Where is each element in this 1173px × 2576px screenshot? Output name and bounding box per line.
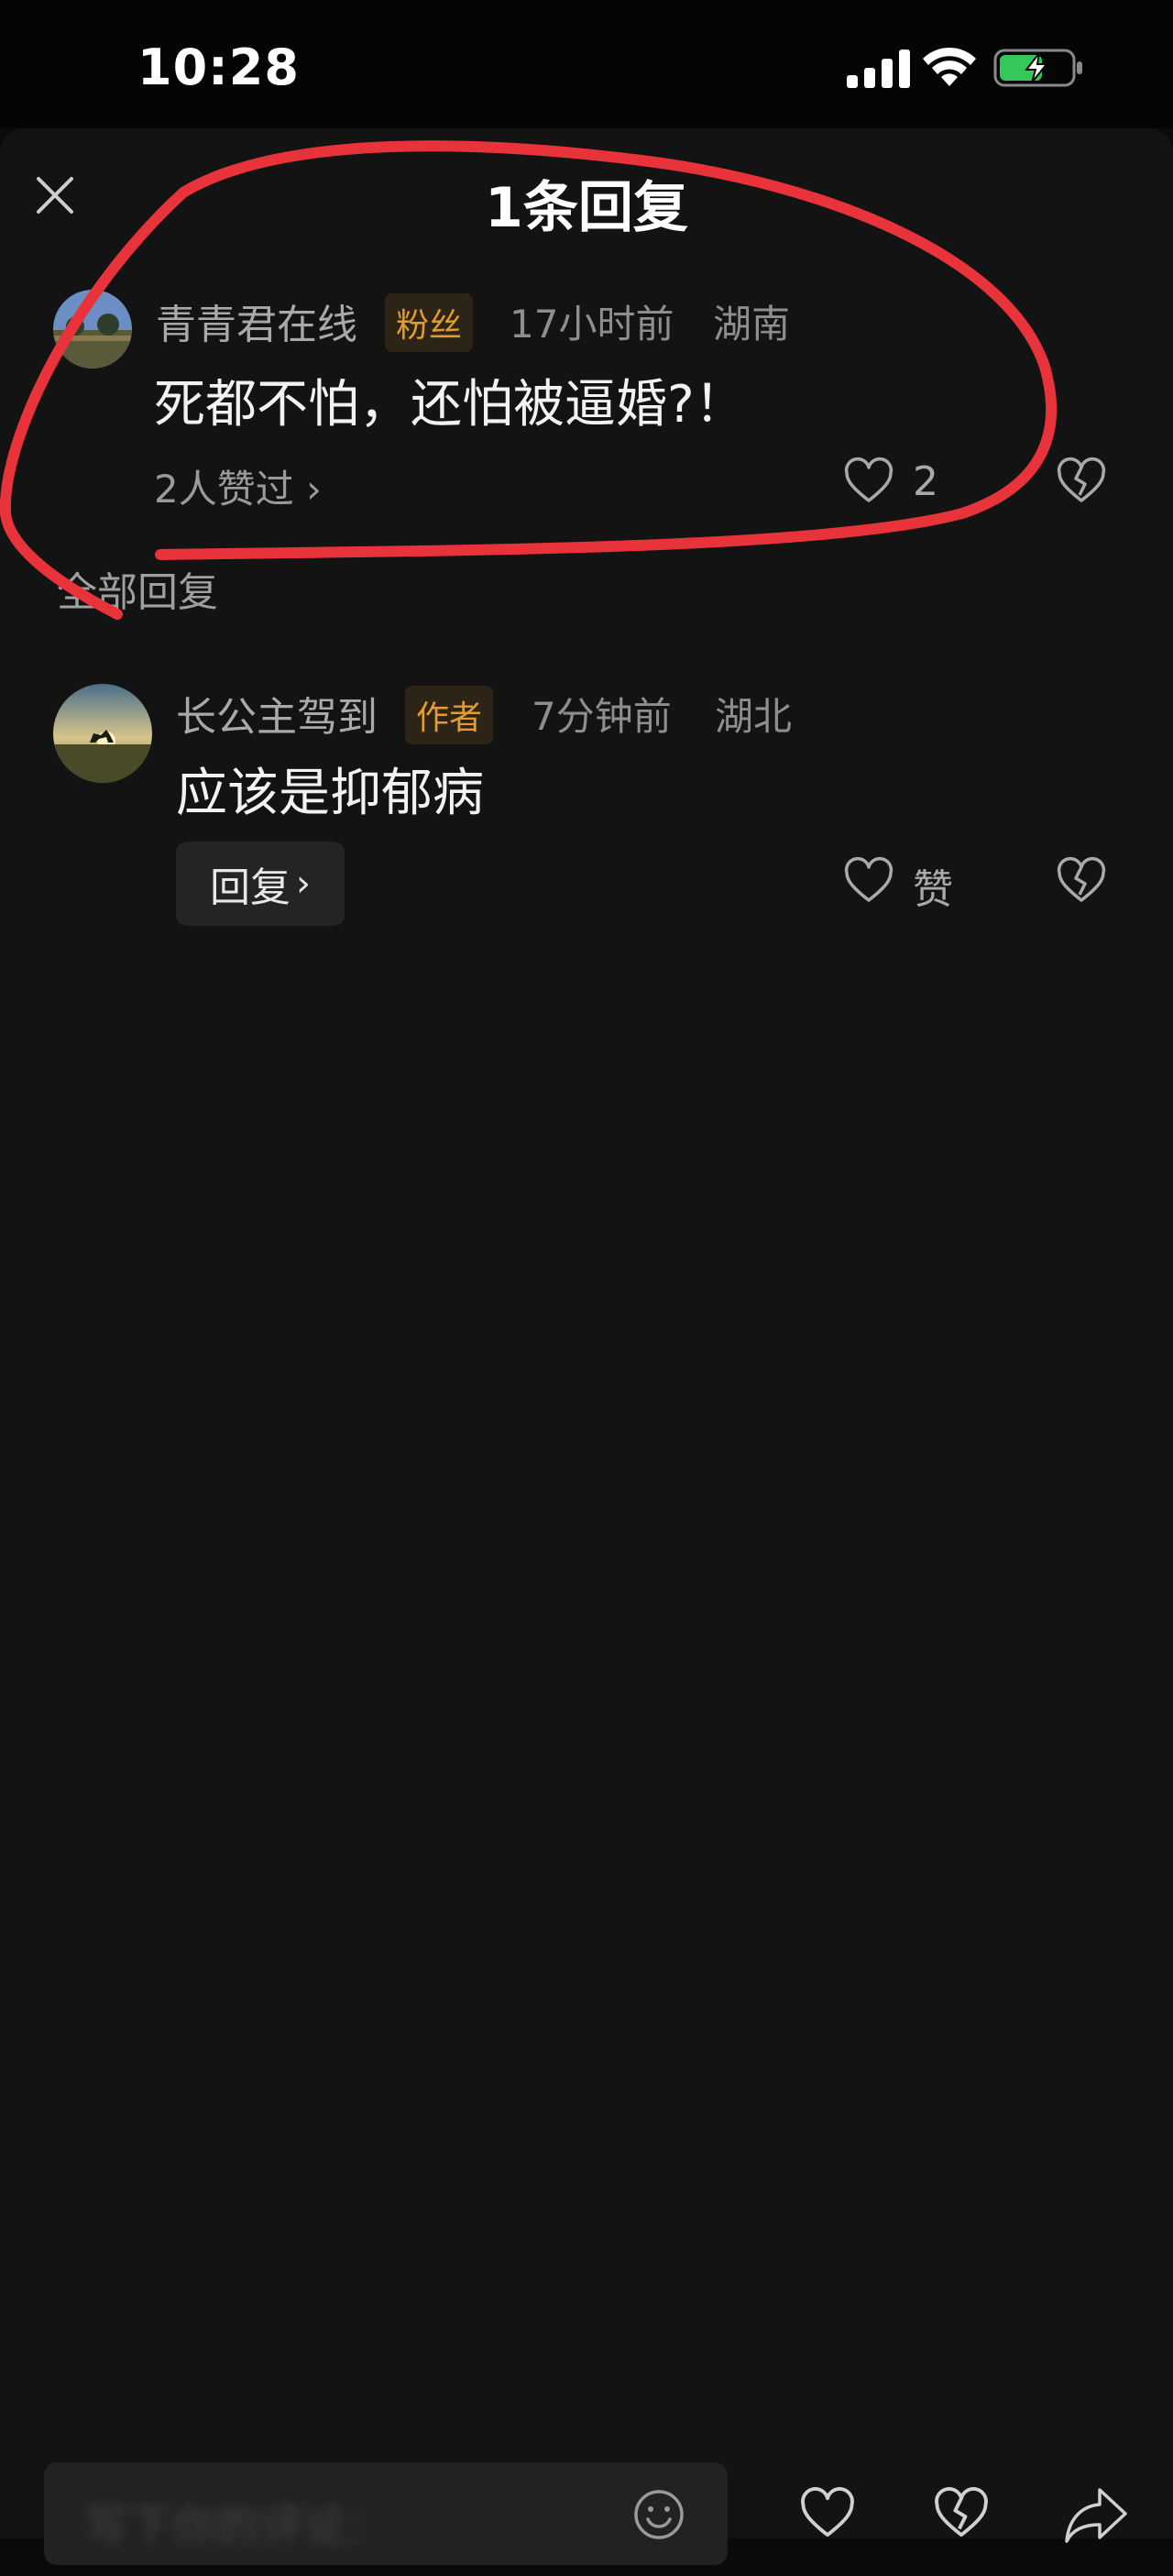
avatar-image [53,290,132,369]
status-bar: 10:28 [0,0,1173,128]
wifi-icon [923,47,976,86]
reply-text: 应该是抑郁病 [176,764,484,823]
bottom-bar: 写下你的评论： [0,2438,1173,2576]
chevron-right-icon: › [296,863,311,905]
comment-input[interactable]: 写下你的评论： [44,2462,728,2565]
battery-icon [993,49,1082,87]
reply-button[interactable]: 回复 › [176,842,345,926]
avatar[interactable] [53,290,132,369]
comment-username[interactable]: 青青君在线 [156,292,357,350]
reply-button-label: 回复 [210,864,291,911]
likers-text: 2人赞过 [154,467,294,512]
sheet-title: 1条回复 [485,176,688,240]
status-time: 10:28 [137,39,300,96]
reply-username[interactable]: 长公主驾到 [176,684,378,743]
heart-icon[interactable] [843,457,894,508]
author-badge: 作者 [405,686,494,744]
heart-icon[interactable] [797,2486,858,2543]
like-label[interactable]: 赞 [913,856,953,915]
comment-text: 死都不怕，还怕被逼婚?！ [154,375,746,435]
chevron-right-icon: › [306,467,322,512]
likers-link[interactable]: 2人赞过 › [154,458,322,514]
heart-icon[interactable] [843,856,894,908]
like-count: 2 [913,458,938,505]
fan-badge: 粉丝 [385,293,474,352]
section-label: 全部回复 [57,569,218,616]
broken-heart-icon[interactable] [1056,856,1107,908]
reply-location: 湖北 [715,694,793,739]
avatar-image [53,684,152,783]
avatar[interactable] [53,684,152,783]
emoji-icon[interactable] [630,2486,687,2543]
comment-location: 湖南 [713,302,791,347]
comment-input-placeholder: 写下你的评论： [84,2501,393,2552]
broken-heart-icon[interactable] [1056,457,1107,508]
broken-heart-icon[interactable] [931,2486,992,2543]
reply-sheet: 1条回复 青青君在线 粉丝 17小时前 湖南 死都不怕，还怕被逼婚?！ 2人赞过… [0,128,1173,2565]
cellular-signal-icon [847,50,910,88]
share-icon[interactable] [1063,2484,1129,2545]
reply-time: 7分钟前 [532,694,672,739]
comment-time: 17小时前 [510,302,674,347]
